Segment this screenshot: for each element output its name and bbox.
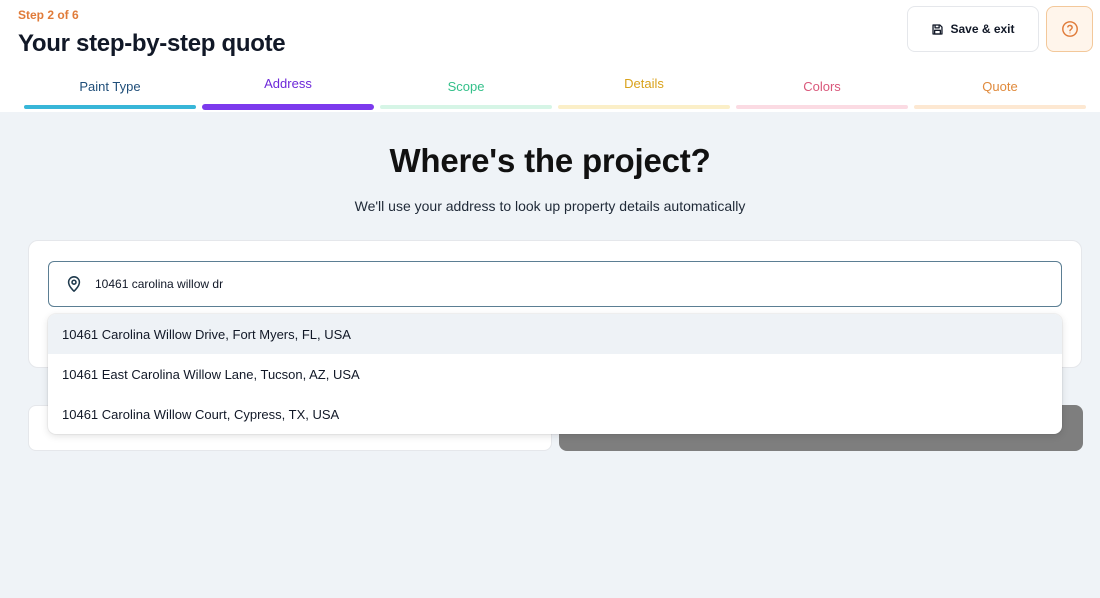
address-suggestions-dropdown: 10461 Carolina Willow Drive, Fort Myers,… (48, 314, 1062, 434)
tab-progress-bar (558, 105, 730, 109)
tab-address[interactable]: Address (202, 70, 374, 112)
section-heading: Where's the project? (389, 142, 711, 179)
section-subheading: We'll use your address to look up proper… (354, 198, 746, 214)
tab-paint-type[interactable]: Paint Type (24, 70, 196, 112)
tab-label: Colors (803, 79, 841, 94)
suggestion-item[interactable]: 10461 Carolina Willow Court, Cypress, TX… (48, 394, 1062, 434)
tab-details[interactable]: Details (558, 70, 730, 112)
step-indicator: Step 2 of 6 (18, 8, 79, 22)
location-pin-icon (65, 275, 83, 293)
save-exit-button[interactable]: Save & exit (907, 6, 1039, 52)
address-search-input[interactable] (95, 277, 995, 291)
tab-label: Paint Type (79, 79, 141, 94)
help-button[interactable] (1046, 6, 1093, 52)
header: Step 2 of 6 Your step-by-step quote Save… (0, 0, 1100, 112)
tab-progress-bar (380, 105, 552, 109)
tab-quote[interactable]: Quote (914, 70, 1086, 112)
tab-label: Scope (447, 79, 485, 94)
main-content: Where's the project? We'll use your addr… (0, 112, 1100, 598)
tab-label: Quote (982, 79, 1018, 94)
tab-progress-bar (24, 105, 196, 109)
suggestion-item[interactable]: 10461 Carolina Willow Drive, Fort Myers,… (48, 314, 1062, 354)
step-tabs: Paint Type Address Scope Details Colors … (24, 70, 1086, 112)
question-circle-icon (1061, 20, 1079, 38)
tab-label: Details (624, 76, 664, 91)
tab-progress-bar (736, 105, 908, 109)
save-exit-label: Save & exit (950, 22, 1015, 36)
address-search-box[interactable] (48, 261, 1062, 307)
suggestion-item[interactable]: 10461 East Carolina Willow Lane, Tucson,… (48, 354, 1062, 394)
tab-scope[interactable]: Scope (380, 70, 552, 112)
tab-label: Address (264, 76, 312, 91)
save-icon (931, 23, 944, 36)
tab-progress-bar (202, 104, 374, 110)
tab-progress-bar (914, 105, 1086, 109)
quote-page: Step 2 of 6 Your step-by-step quote Save… (0, 0, 1100, 598)
page-title: Your step-by-step quote (18, 30, 286, 57)
tab-colors[interactable]: Colors (736, 70, 908, 112)
